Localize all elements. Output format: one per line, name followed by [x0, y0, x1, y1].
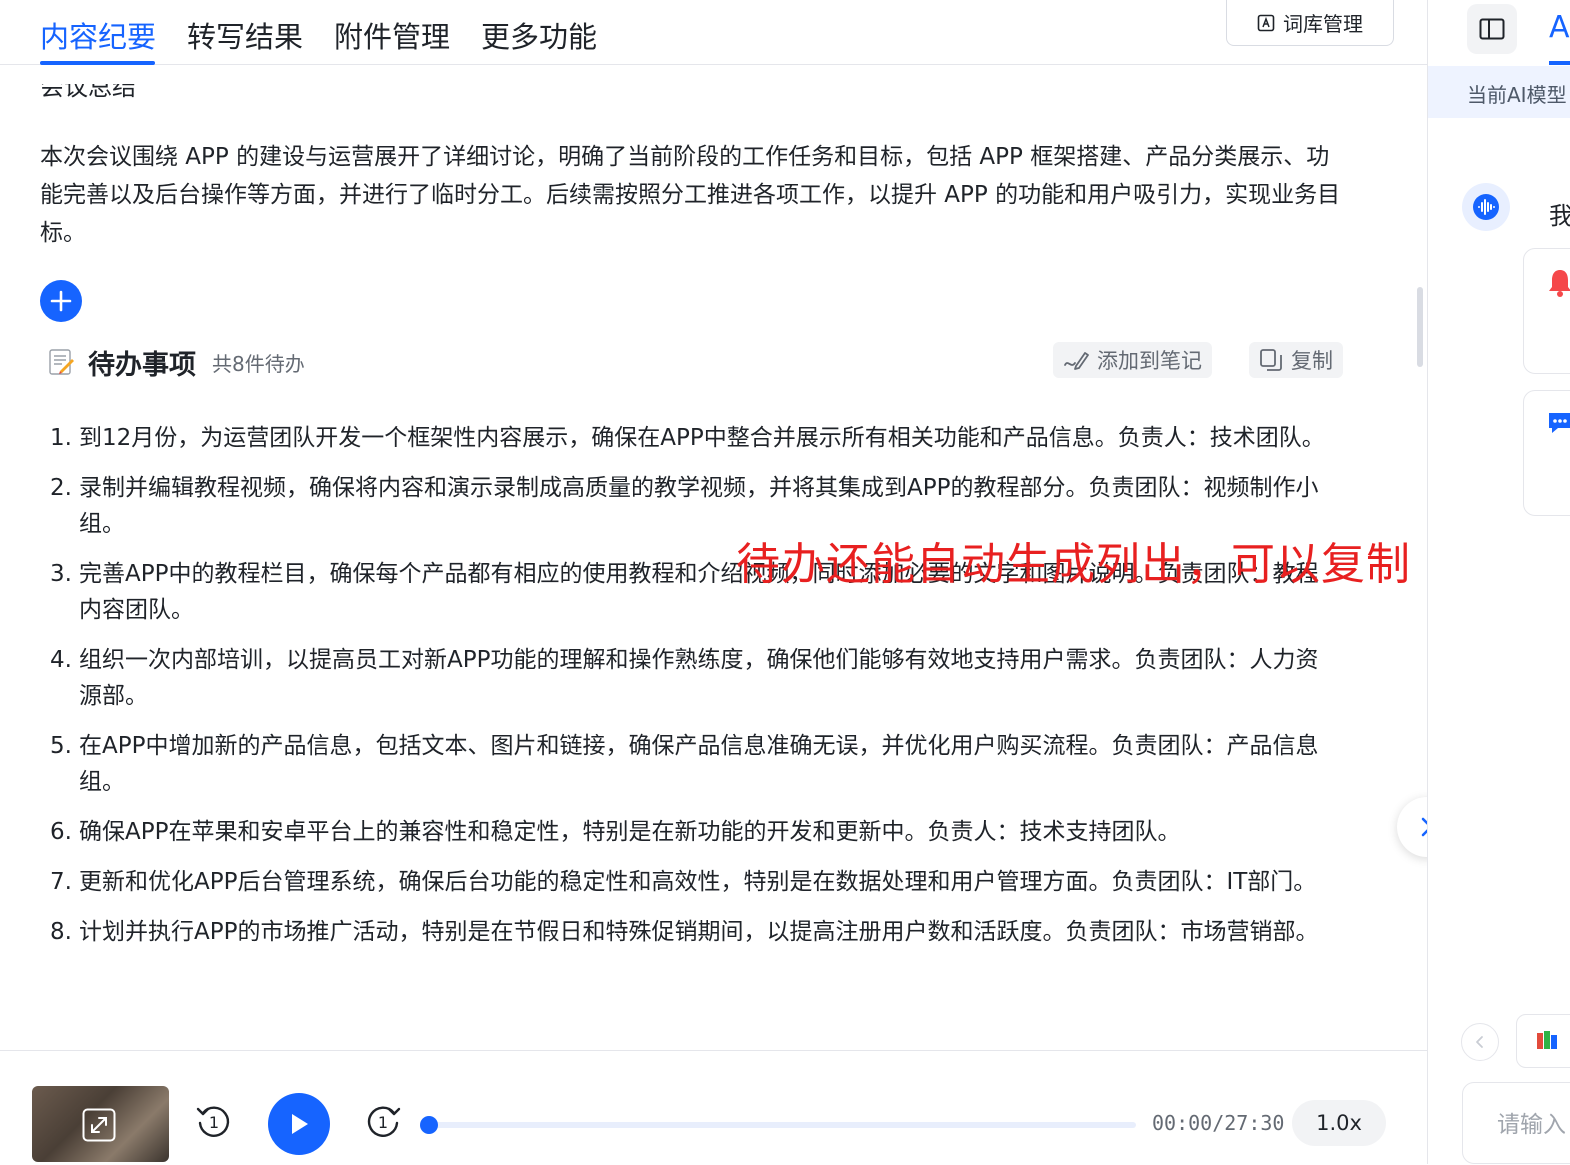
- summary-heading: 会议总结: [40, 84, 136, 101]
- side-suggestion-card[interactable]: [1523, 248, 1570, 374]
- side-quick-chip[interactable]: [1516, 1014, 1570, 1068]
- todo-item: 6. 确保APP在苹果和安卓平台上的兼容性和稳定性，特别是在新功能的开发和更新中。…: [50, 819, 1181, 845]
- playback-time: 00:00/27:30: [1152, 1111, 1285, 1135]
- play-icon: [292, 1114, 308, 1134]
- copy-icon: [1260, 349, 1282, 371]
- todo-title: 待办事项: [88, 349, 196, 381]
- ai-avatar: [1462, 183, 1510, 231]
- todo-item: 7. 更新和优化APP后台管理系统，确保后台功能的稳定性和高效性，特别是在数据处理…: [50, 869, 1317, 895]
- annotation-overlay-text: 待办还能自动生成列出，可以复制: [736, 539, 1411, 590]
- main-panel: 内容纪要 转写结果 附件管理 更多功能 词库管理 会议总结 本次会议围绕 APP…: [0, 0, 1457, 1165]
- tab-attachments[interactable]: 附件管理: [334, 14, 450, 56]
- side-prev-button[interactable]: [1461, 1023, 1499, 1061]
- ai-model-label: 当前AI模型: [1467, 83, 1567, 107]
- active-tab-indicator: [40, 61, 155, 65]
- video-thumbnail[interactable]: [32, 1086, 169, 1162]
- todo-item: 1. 到12月份，为运营团队开发一个框架性内容展示，确保在APP中整合并展示所有相…: [50, 425, 1325, 451]
- chat-input[interactable]: [1495, 1111, 1570, 1139]
- tab-content-summary[interactable]: 内容纪要: [40, 14, 156, 56]
- svg-text:1: 1: [209, 1113, 219, 1132]
- todo-header: 待办事项 共8件待办: [46, 340, 305, 384]
- side-suggestion-card[interactable]: [1523, 390, 1570, 516]
- forward-icon[interactable]: 1: [363, 1101, 403, 1141]
- add-to-notes-label: 添加到笔记: [1097, 349, 1202, 373]
- add-to-notes-button[interactable]: 添加到笔记: [1053, 342, 1212, 378]
- lexicon-icon: [1257, 14, 1275, 31]
- sidebar-layout-icon: [1479, 18, 1505, 40]
- playback-speed-button[interactable]: 1.0x: [1292, 1100, 1386, 1146]
- scrollbar-thumb[interactable]: [1417, 287, 1423, 367]
- play-button[interactable]: [268, 1093, 330, 1155]
- summary-text: 本次会议围绕 APP 的建设与运营展开了详细讨论，明确了当前阶段的工作任务和目标…: [40, 144, 1341, 246]
- progress-track[interactable]: [420, 1116, 1136, 1134]
- todo-list: 1. 到12月份，为运营团队开发一个框架性内容展示，确保在APP中整合并展示所有相…: [50, 420, 1340, 964]
- plus-icon: [50, 290, 72, 312]
- lexicon-manage-label: 词库管理: [1283, 12, 1363, 36]
- chevron-left-icon: [1476, 1036, 1483, 1048]
- tab-bar: 内容纪要 转写结果 附件管理 更多功能 词库管理: [0, 0, 1427, 65]
- tab-more-features[interactable]: 更多功能: [481, 14, 597, 56]
- todo-item: 8. 计划并执行APP的市场推广活动，特别是在节假日和特殊促销期间，以提高注册用户…: [50, 919, 1319, 945]
- expand-icon: [82, 1108, 116, 1142]
- copy-button[interactable]: 复制: [1249, 342, 1343, 378]
- ai-greeting-text: 我: [1549, 196, 1570, 231]
- rewind-icon[interactable]: 1: [194, 1101, 234, 1141]
- todo-item: 4. 组织一次内部培训，以提高员工对新APP功能的理解和操作熟练度，确保他们能够有…: [50, 647, 1319, 709]
- add-section-button[interactable]: [40, 280, 82, 322]
- bell-icon: [1549, 270, 1570, 297]
- side-tab-ai[interactable]: A: [1549, 10, 1570, 45]
- memo-icon: [49, 349, 74, 375]
- svg-text:1: 1: [378, 1113, 388, 1132]
- audio-player-bar: 1 1 00:00/27:30 1.0x: [0, 1050, 1427, 1165]
- ai-model-bar[interactable]: 当前AI模型: [1428, 66, 1570, 118]
- lexicon-manage-button[interactable]: 词库管理: [1226, 0, 1394, 46]
- todo-item: 5. 在APP中增加新的产品信息，包括文本、图片和链接，确保产品信息准确无误，并优…: [50, 733, 1319, 795]
- tab-transcription[interactable]: 转写结果: [187, 14, 303, 56]
- progress-knob[interactable]: [420, 1116, 438, 1134]
- books-icon: [1537, 1031, 1557, 1049]
- ai-side-panel: A 当前AI模型 我: [1427, 0, 1570, 1164]
- voice-wave-icon: [1473, 194, 1499, 220]
- panel-toggle-button[interactable]: [1467, 4, 1517, 54]
- chat-input-box[interactable]: [1462, 1082, 1570, 1164]
- copy-label: 复制: [1291, 349, 1333, 373]
- pen-note-icon: [1064, 352, 1089, 370]
- side-tab-indicator: [1549, 61, 1570, 65]
- chat-bubble-icon: [1549, 413, 1570, 433]
- todo-count: 共8件待办: [212, 351, 305, 376]
